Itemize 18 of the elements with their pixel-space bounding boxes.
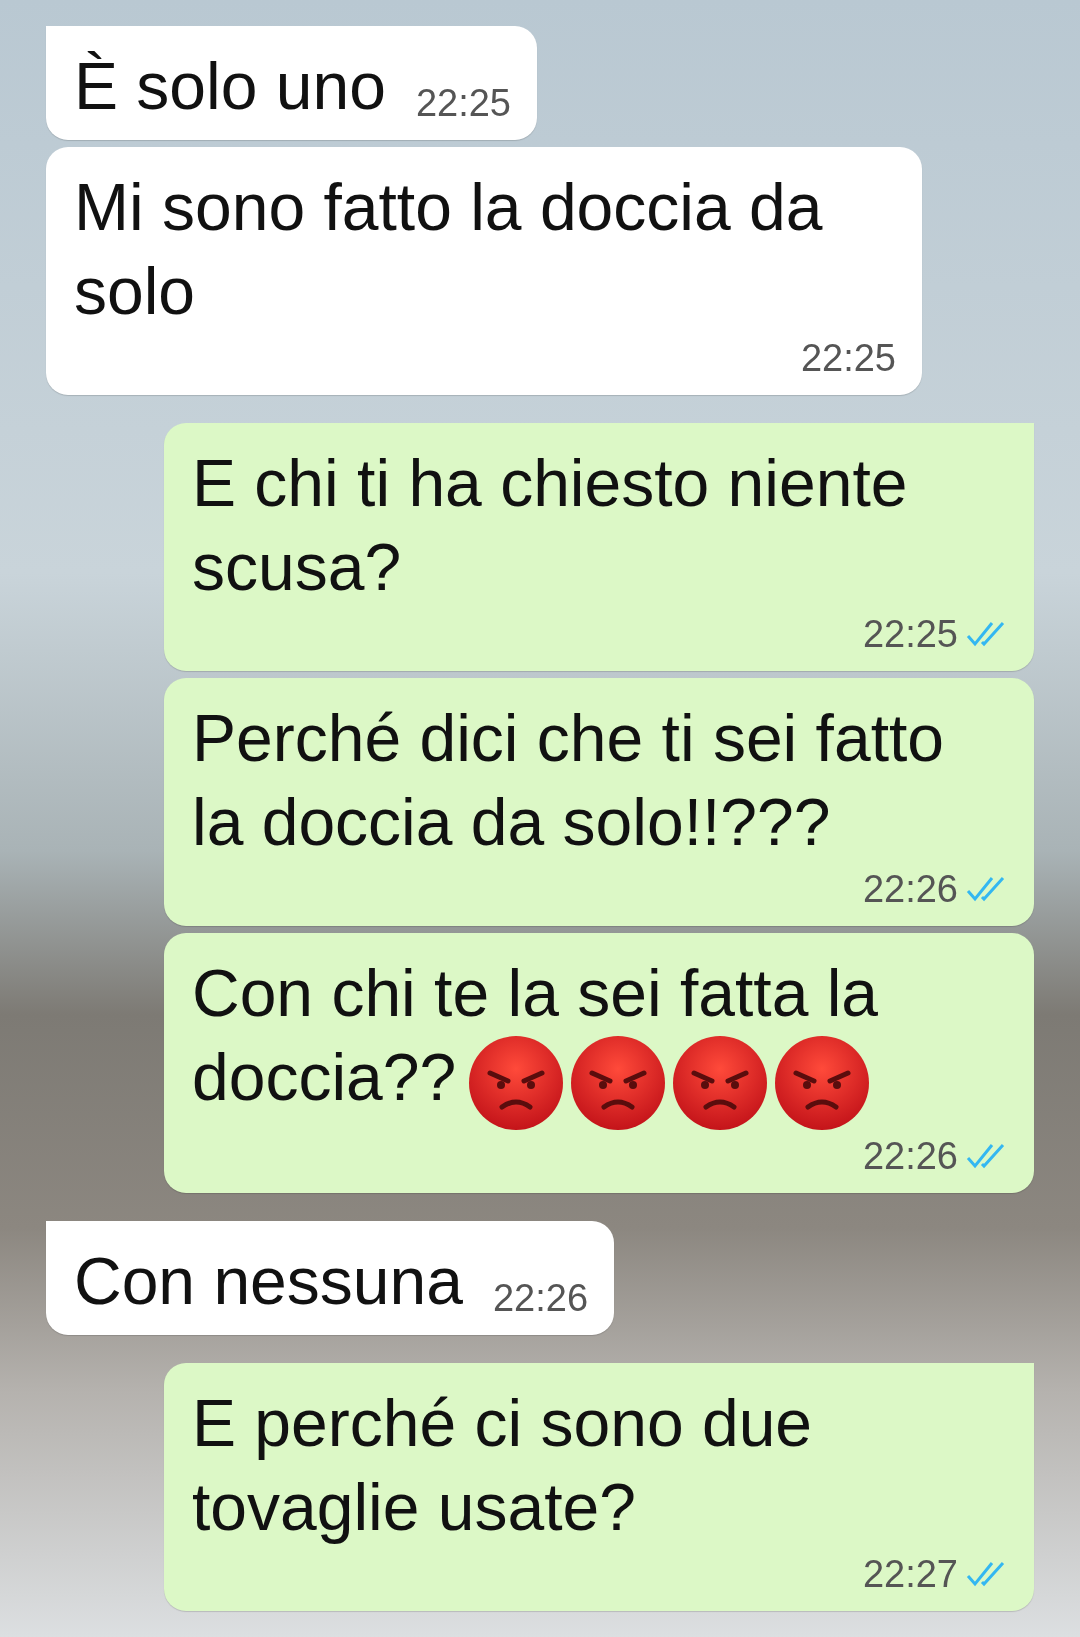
message-time: 22:26: [862, 1134, 958, 1179]
message-text: È solo uno: [74, 48, 386, 125]
message-text: Mi sono fatto la doccia da solo: [74, 169, 824, 330]
message-text: E chi ti ha chiesto niente scusa?: [192, 445, 909, 606]
message-time: 22:26: [862, 867, 958, 912]
message-text: Perché dici che ti sei fatto la doccia da solo!!???: [192, 700, 946, 861]
message-text: Con chi te la sei fatta la doccia??: [192, 951, 952, 1131]
message-time: 22:26: [492, 1276, 589, 1321]
message-text: Con nessuna: [74, 1243, 463, 1320]
message-time: 22:25: [415, 81, 511, 126]
message-text: E perché ci sono due tovaglie usate?: [192, 1385, 814, 1546]
angry-face-icon: [570, 1035, 667, 1131]
message-time: 22:25: [800, 336, 896, 381]
angry-face-icon: [774, 1035, 871, 1131]
message-time: 22:27: [862, 1552, 958, 1597]
angry-face-icon: [468, 1035, 565, 1131]
angry-face-icon: [672, 1035, 769, 1131]
message-time: 22:25: [862, 612, 958, 657]
